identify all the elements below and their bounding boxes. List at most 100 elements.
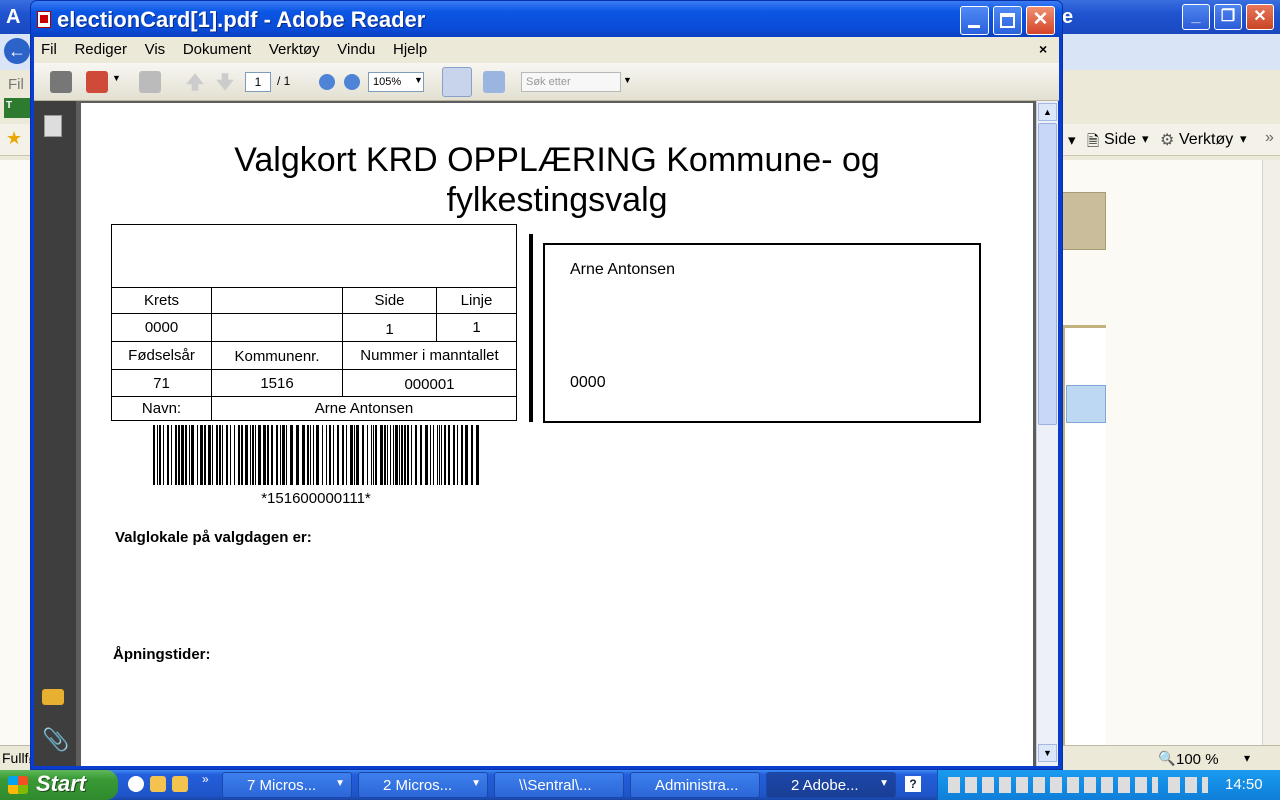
taskbar-button-adobe[interactable]: 2 Adobe... ▼ bbox=[766, 772, 896, 798]
telefon-katalog-icon[interactable]: T bbox=[4, 98, 30, 118]
taskbar-button-word[interactable]: 2 Micros... ▼ bbox=[358, 772, 488, 798]
menu-fil[interactable]: Fil bbox=[34, 37, 64, 58]
address-name: Arne Antonsen bbox=[570, 261, 675, 278]
taskbar: Start » 7 Micros... ▼ 2 Micros... ▼ \\Sent… bbox=[0, 770, 1280, 800]
reader-vertical-scrollbar[interactable]: ▲ ▼ bbox=[1036, 101, 1058, 766]
vertical-divider bbox=[529, 234, 533, 422]
command-chevron-icon[interactable]: ▾ bbox=[1068, 131, 1076, 149]
back-icon[interactable]: ← bbox=[4, 38, 30, 64]
header-fodselsar: Fødselsår bbox=[111, 341, 212, 370]
system-tray: 14:50 bbox=[937, 770, 1280, 800]
scroll-down-icon[interactable]: ▼ bbox=[1038, 744, 1057, 762]
browser-title-fragment-right: e bbox=[1062, 6, 1074, 28]
menu-dokument[interactable]: Dokument bbox=[176, 37, 258, 58]
blank-cell-2 bbox=[211, 313, 343, 342]
windows-logo-icon bbox=[8, 776, 28, 794]
tools-menu-button[interactable]: Verktøy bbox=[1179, 131, 1233, 149]
reader-minimize-button[interactable] bbox=[960, 6, 989, 35]
task-label: 2 Micros... bbox=[383, 777, 453, 794]
page-number-input[interactable]: 1 bbox=[245, 72, 271, 92]
pdf-file-icon bbox=[37, 11, 51, 28]
taskbar-button-explorer[interactable]: \\Sentral\... bbox=[494, 772, 624, 798]
reader-titlebar: electionCard[1].pdf - Adobe Reader ✕ bbox=[31, 1, 1062, 37]
task-label: 2 Adobe... bbox=[791, 777, 859, 794]
menu-hjelp[interactable]: Hjelp bbox=[386, 37, 434, 58]
search-field[interactable]: Søk etter bbox=[521, 72, 621, 92]
header-navn: Navn: bbox=[111, 396, 212, 421]
attachments-icon[interactable]: 📎 bbox=[42, 727, 69, 753]
value-linje: 1 bbox=[436, 313, 517, 342]
menu-vis[interactable]: Vis bbox=[138, 37, 173, 58]
taskbar-button-outlook[interactable]: 7 Micros... ▼ bbox=[222, 772, 352, 798]
address-code: 0000 bbox=[570, 374, 606, 391]
tray-network-icons[interactable] bbox=[1168, 777, 1208, 793]
side-menu-button[interactable]: Side bbox=[1104, 131, 1136, 149]
next-page-icon[interactable] bbox=[216, 73, 234, 91]
browser-zoom-level[interactable]: 100 % bbox=[1176, 751, 1219, 768]
start-label: Start bbox=[36, 771, 87, 796]
comments-icon[interactable] bbox=[42, 689, 64, 705]
menu-verktoy[interactable]: Verktøy bbox=[262, 37, 327, 58]
browser-menu-fragment[interactable]: Fil bbox=[8, 76, 24, 93]
menu-rediger[interactable]: Rediger bbox=[67, 37, 134, 58]
task-group-chevron-icon: ▼ bbox=[471, 778, 481, 789]
scroll-up-icon[interactable]: ▲ bbox=[1038, 103, 1057, 121]
quicklaunch-overflow-icon[interactable]: » bbox=[202, 772, 209, 786]
value-krets: 0000 bbox=[111, 313, 212, 342]
clock[interactable]: 14:50 bbox=[1225, 776, 1263, 793]
zoom-dropdown-icon[interactable]: ▼ bbox=[414, 75, 423, 85]
reader-window-title: electionCard[1].pdf - Adobe Reader bbox=[57, 7, 426, 32]
reader-menubar: Fil Rediger Vis Dokument Verktøy Vindu H… bbox=[34, 37, 1059, 63]
value-fodselsar: 71 bbox=[111, 369, 212, 397]
quicklaunch-outlook-icon[interactable] bbox=[150, 776, 166, 792]
previous-page-icon[interactable] bbox=[186, 73, 204, 91]
reader-toolbar: ▼ 1 / 1 105% ▼ Søk etter ▼ bbox=[34, 63, 1059, 101]
scroll-thumb[interactable] bbox=[1038, 123, 1057, 425]
zoom-chevron-icon[interactable]: ▾ bbox=[1244, 751, 1250, 765]
navigation-pane: 📎 bbox=[34, 101, 76, 766]
content-menu-block[interactable] bbox=[1062, 192, 1106, 250]
zoom-out-icon[interactable] bbox=[319, 74, 335, 90]
card-title-line-2: fylkestingsvalg bbox=[446, 181, 668, 219]
email-icon[interactable] bbox=[86, 71, 108, 93]
quicklaunch-desktop-icon[interactable] bbox=[172, 776, 188, 792]
tray-icons[interactable] bbox=[948, 777, 1158, 793]
header-krets: Krets bbox=[111, 287, 212, 314]
email-dropdown-icon[interactable]: ▼ bbox=[112, 73, 121, 83]
favorites-star-icon[interactable]: ★ bbox=[6, 128, 22, 149]
blank-cell bbox=[211, 287, 343, 314]
reader-maximize-button[interactable] bbox=[993, 6, 1022, 35]
document-close-icon[interactable]: × bbox=[1039, 37, 1047, 57]
menu-vindu[interactable]: Vindu bbox=[330, 37, 382, 58]
search-dropdown-icon[interactable]: ▼ bbox=[623, 75, 632, 85]
task-group-chevron-icon: ▼ bbox=[335, 778, 345, 789]
browser-minimize-button[interactable]: _ bbox=[1182, 4, 1210, 30]
help-icon[interactable]: ? bbox=[905, 776, 921, 792]
value-nummer-i-manntallet: 000001 bbox=[342, 369, 517, 397]
page-total: / 1 bbox=[277, 74, 291, 88]
browser-maximize-button[interactable]: ❐ bbox=[1214, 4, 1242, 30]
print-icon[interactable] bbox=[50, 71, 72, 93]
quicklaunch-ie-icon[interactable] bbox=[128, 776, 144, 792]
pages-icon[interactable] bbox=[44, 115, 62, 137]
browser-close-button[interactable]: ✕ bbox=[1246, 4, 1274, 30]
address-box: Arne Antonsen 0000 bbox=[543, 243, 981, 423]
page-icon: 🗎 bbox=[1087, 133, 1100, 150]
content-highlight-row[interactable] bbox=[1066, 385, 1106, 423]
zoom-in-icon[interactable] bbox=[344, 74, 360, 90]
collaborate-icon[interactable] bbox=[139, 71, 161, 93]
start-button[interactable]: Start bbox=[0, 770, 118, 800]
browser-vertical-scrollbar[interactable] bbox=[1262, 160, 1280, 745]
value-navn: Arne Antonsen bbox=[211, 396, 517, 421]
gear-icon: ⚙ bbox=[1160, 132, 1175, 149]
task-label: \\Sentral\... bbox=[519, 777, 592, 794]
task-group-chevron-icon: ▼ bbox=[879, 778, 889, 789]
reader-close-button[interactable]: ✕ bbox=[1026, 6, 1055, 35]
command-overflow-icon[interactable]: » bbox=[1265, 129, 1274, 147]
adobe-reader-window: electionCard[1].pdf - Adobe Reader ✕ Fil… bbox=[30, 0, 1063, 770]
value-side: 1 bbox=[342, 313, 437, 342]
fit-width-icon[interactable] bbox=[442, 67, 472, 97]
browser-title-fragment: A bbox=[6, 6, 21, 28]
fit-page-icon[interactable] bbox=[483, 71, 505, 93]
taskbar-button-browser[interactable]: Administra... bbox=[630, 772, 760, 798]
